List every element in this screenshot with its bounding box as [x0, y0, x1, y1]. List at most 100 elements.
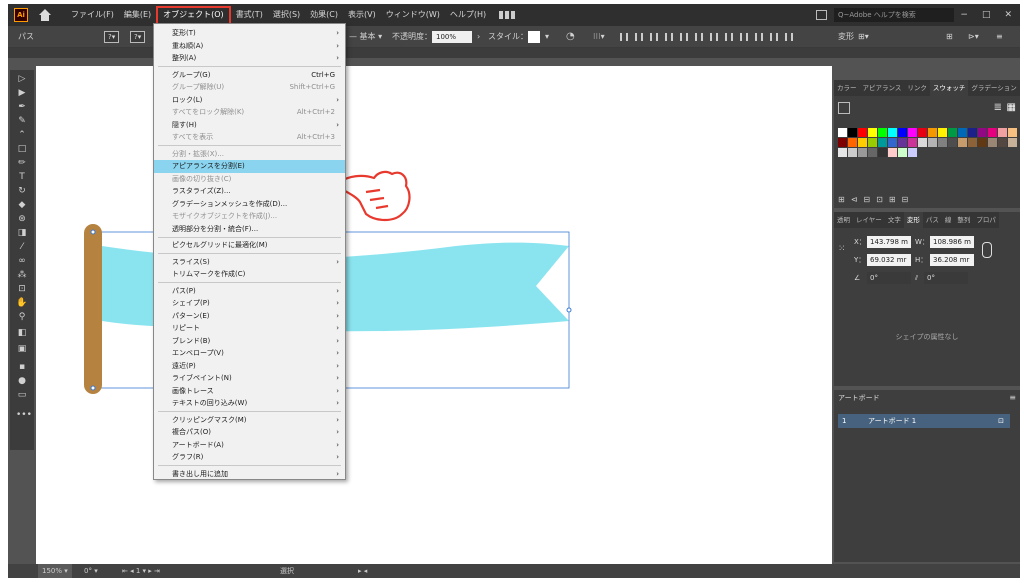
- blend-tool-icon[interactable]: ∞: [16, 256, 28, 266]
- object-menu-item[interactable]: グループ解除(U) Shift+Ctrl+G: [154, 81, 345, 94]
- color-swatch[interactable]: [908, 128, 917, 137]
- object-menu-item[interactable]: 透明部分を分割・統合(F)...: [154, 223, 345, 236]
- constrain-proportions-icon[interactable]: [982, 242, 992, 258]
- color-swatch[interactable]: [908, 148, 917, 157]
- brown-bar[interactable]: [84, 224, 102, 394]
- object-menu-item[interactable]: 重ね順(A) ›: [154, 40, 345, 53]
- style-swatch[interactable]: [528, 31, 540, 43]
- color-swatch[interactable]: [998, 128, 1007, 137]
- y-field[interactable]: 69.032 mr: [867, 254, 911, 266]
- object-menu-item[interactable]: 画像の切り抜き(C): [154, 173, 345, 186]
- object-menu-item[interactable]: テキストの回り込み(W) ›: [154, 397, 345, 410]
- swatches-panel-tab[interactable]: スウォッチ: [929, 80, 969, 96]
- artboard-row[interactable]: 1 アートボード 1 ⊡: [838, 414, 1010, 428]
- menu-item[interactable]: ファイル(F): [66, 4, 119, 26]
- color-swatch[interactable]: [898, 148, 907, 157]
- color-swatch[interactable]: [918, 138, 927, 147]
- color-swatch[interactable]: [868, 138, 877, 147]
- color-swatch[interactable]: [888, 138, 897, 147]
- color-mode-icon[interactable]: ▪: [16, 362, 28, 372]
- transform-link[interactable]: 変形: [838, 26, 854, 48]
- distribute-bottom-icon[interactable]: [740, 33, 748, 41]
- object-menu-item[interactable]: リピート ›: [154, 322, 345, 335]
- object-menu-item[interactable]: パス(P) ›: [154, 285, 345, 298]
- w-field[interactable]: 108.986 m: [930, 236, 974, 248]
- color-swatch[interactable]: [838, 148, 847, 157]
- object-menu-item[interactable]: 隠す(H) ›: [154, 119, 345, 132]
- color-swatch[interactable]: [938, 138, 947, 147]
- angle-field[interactable]: 0°: [867, 272, 911, 284]
- object-menu-item[interactable]: ラスタライズ(Z)...: [154, 185, 345, 198]
- distribute-middle-icon[interactable]: [725, 33, 733, 41]
- status-play-icon[interactable]: ▸ ◂: [358, 564, 367, 578]
- color-swatch[interactable]: [878, 148, 887, 157]
- type-tool-icon[interactable]: T: [16, 172, 28, 182]
- swatch-library-icons[interactable]: ⊞⊲⊟⊡⊞⊟: [838, 195, 914, 204]
- selection-tool-icon[interactable]: ▷: [16, 74, 28, 84]
- hand-tool-icon[interactable]: ✋: [16, 298, 28, 308]
- object-menu-item[interactable]: すべてをロック解除(K) Alt+Ctrl+2: [154, 106, 345, 119]
- menu-item[interactable]: 表示(V): [343, 4, 381, 26]
- color-swatch[interactable]: [928, 128, 937, 137]
- home-icon[interactable]: [38, 9, 52, 21]
- swatches-panel-tab[interactable]: リンク: [904, 80, 930, 96]
- more-tools-icon[interactable]: •••: [16, 410, 32, 420]
- eyedropper-tool-icon[interactable]: ⁄: [16, 242, 28, 252]
- anchor-point[interactable]: [90, 229, 96, 235]
- status-mode[interactable]: 選択: [280, 564, 294, 578]
- menu-item[interactable]: ウィンドウ(W): [381, 4, 445, 26]
- panel-menu-icon[interactable]: ≡: [1009, 390, 1016, 406]
- panel-toggle-icon[interactable]: ⊞: [946, 26, 953, 48]
- close-icon[interactable]: ✕: [1004, 4, 1012, 26]
- color-swatch[interactable]: [978, 138, 987, 147]
- color-swatch[interactable]: [848, 138, 857, 147]
- anchor-point-tool-icon[interactable]: ⌃: [16, 130, 28, 140]
- stroke-dropdown[interactable]: ?▾: [130, 31, 146, 43]
- color-swatch[interactable]: [948, 138, 957, 147]
- object-menu-item[interactable]: エンベロープ(V) ›: [154, 347, 345, 360]
- direct-selection-tool-icon[interactable]: ▶: [16, 88, 28, 98]
- object-menu-item[interactable]: ピクセルグリッドに最適化(M): [154, 239, 345, 252]
- swatches-panel-tab[interactable]: グラデーション: [968, 80, 1019, 96]
- object-menu-item[interactable]: 画像トレース ›: [154, 385, 345, 398]
- distribute-top-icon[interactable]: [710, 33, 718, 41]
- color-swatch[interactable]: [898, 138, 907, 147]
- color-swatch[interactable]: [868, 128, 877, 137]
- transform-panel-tab[interactable]: 整列: [954, 212, 973, 228]
- pencil-tool-icon[interactable]: ✏: [16, 158, 28, 168]
- object-menu-item[interactable]: グループ(G) Ctrl+G: [154, 69, 345, 82]
- object-menu-item[interactable]: ブレンド(B) ›: [154, 335, 345, 348]
- object-menu-item[interactable]: ライブペイント(N) ›: [154, 372, 345, 385]
- transform-panel-tab[interactable]: 線: [942, 212, 955, 228]
- transform-panel-tab[interactable]: 文字: [885, 212, 904, 228]
- color-swatch[interactable]: [888, 148, 897, 157]
- rotate-tool-icon[interactable]: ↻: [16, 186, 28, 196]
- color-swatch[interactable]: [838, 128, 847, 137]
- color-swatch[interactable]: [838, 138, 847, 147]
- object-menu-item[interactable]: スライス(S) ›: [154, 256, 345, 269]
- swatches-panel-tab[interactable]: カラー: [834, 80, 860, 96]
- color-swatch[interactable]: [1008, 128, 1017, 137]
- eraser-tool-icon[interactable]: ◆: [16, 200, 28, 210]
- object-menu-item[interactable]: パターン(E) ›: [154, 310, 345, 323]
- draw-mode-icon[interactable]: ●: [16, 376, 28, 386]
- warp-tool-icon[interactable]: ⊛: [16, 214, 28, 224]
- color-swatch[interactable]: [948, 128, 957, 137]
- menu-item-expand-appearance[interactable]: アピアランスを分割(E): [154, 160, 345, 173]
- grid-view-icon[interactable]: ▦: [1007, 102, 1016, 113]
- artboard-tool-icon[interactable]: ⊡: [16, 284, 28, 294]
- transform-panel-tab[interactable]: 透明: [834, 212, 853, 228]
- arrange-documents-icon[interactable]: [816, 10, 827, 20]
- object-menu-item[interactable]: 変形(T) ›: [154, 27, 345, 40]
- align-left-icon[interactable]: [620, 33, 628, 41]
- object-menu-item[interactable]: グラフ(R) ›: [154, 451, 345, 464]
- distribute-right-icon[interactable]: [785, 33, 793, 41]
- reference-point-icon[interactable]: ⁙: [838, 244, 846, 254]
- transform-panel-tab[interactable]: 変形: [903, 212, 923, 228]
- fill-dropdown[interactable]: ?▾: [104, 31, 120, 43]
- warp-icon[interactable]: ⊞▾: [858, 26, 869, 48]
- artboard-navigation[interactable]: ⇤ ◂ 1 ▾ ▸ ⇥: [122, 564, 160, 578]
- color-swatch[interactable]: [928, 138, 937, 147]
- help-search-input[interactable]: Q~Adobe ヘルプを検索: [834, 8, 954, 22]
- x-field[interactable]: 143.798 m: [867, 236, 911, 248]
